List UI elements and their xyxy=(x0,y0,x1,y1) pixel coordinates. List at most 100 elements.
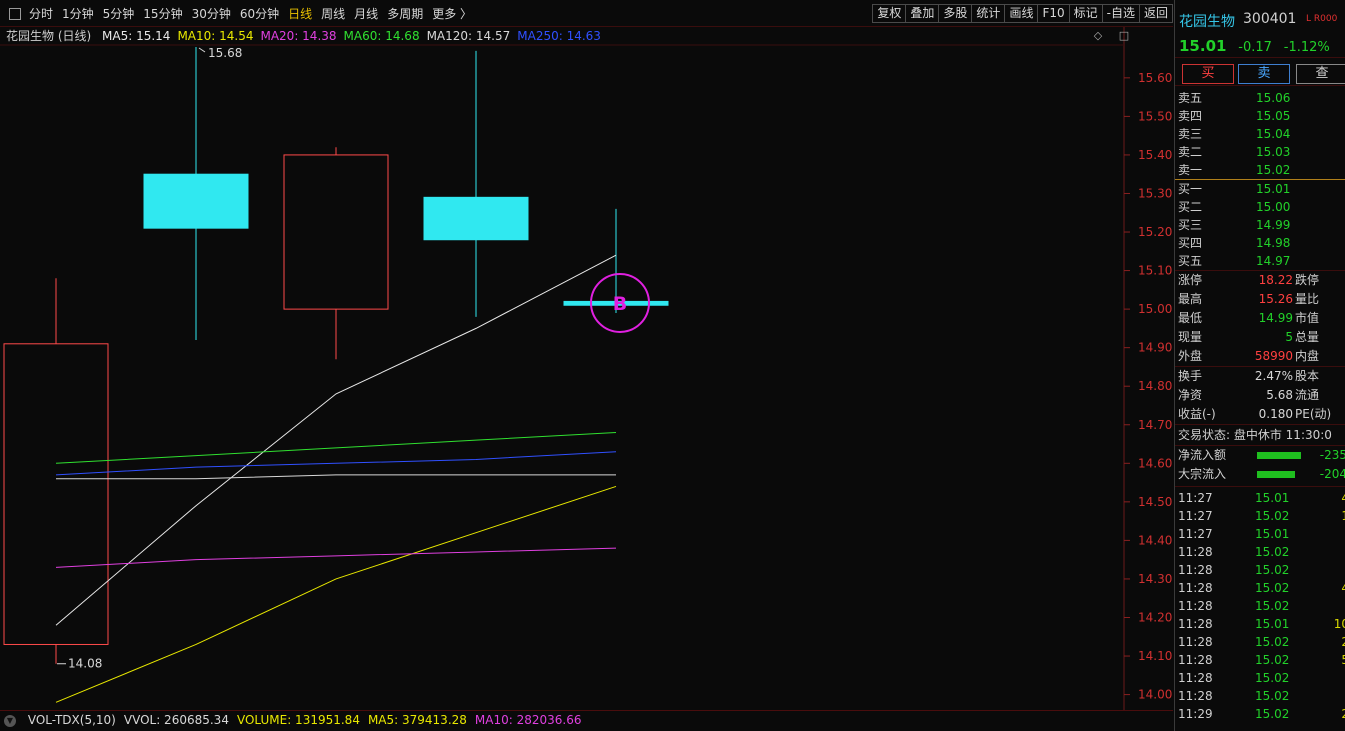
volume-legend-item: VVOL: 260685.34 xyxy=(123,713,229,727)
flow-value: -235 xyxy=(1319,448,1345,462)
y-tick-label: 14.30 xyxy=(1138,572,1172,586)
tick-volume: 1 xyxy=(1341,507,1345,525)
tick-time: 11:28 xyxy=(1178,671,1213,685)
order-price: 15.04 xyxy=(1256,127,1291,141)
menu-square-icon[interactable] xyxy=(9,7,21,20)
order-level-label: 买四 xyxy=(1178,236,1203,250)
stat-value: 15.26 xyxy=(1258,292,1293,306)
order-price: 15.05 xyxy=(1256,109,1291,123)
order-level-label: 买三 xyxy=(1178,218,1203,232)
tick-time: 11:28 xyxy=(1178,635,1213,649)
order-book-row[interactable]: 卖四 15.05 xyxy=(1175,107,1345,125)
tick-row: 11:28 15.02 5 xyxy=(1175,651,1345,669)
order-book-row[interactable]: 买三 14.99 xyxy=(1175,216,1345,234)
order-level-label: 买一 xyxy=(1178,182,1203,196)
tick-time: 11:29 xyxy=(1178,707,1213,721)
price-change: -0.17 xyxy=(1238,40,1272,55)
collapse-icon[interactable]: ▼ xyxy=(4,714,16,727)
order-level-label: 卖二 xyxy=(1178,145,1203,159)
tool-button[interactable]: F10 xyxy=(1037,4,1069,23)
query-button[interactable]: 查 xyxy=(1296,64,1345,84)
tick-list[interactable]: 11:27 15.01 4 11:27 15.02 1 11:27 15.01 11:28 15.… xyxy=(1175,487,1345,723)
tool-button[interactable]: 画线 xyxy=(1004,4,1038,23)
period-tab[interactable]: 15分钟 xyxy=(143,5,182,22)
order-book-row[interactable]: 买一 15.01 xyxy=(1175,180,1345,198)
diamond-icon[interactable]: ◇ xyxy=(1091,29,1105,43)
y-tick-label: 15.60 xyxy=(1138,71,1172,85)
tick-volume: 10 xyxy=(1333,617,1345,631)
order-book-row[interactable]: 卖一 15.02 xyxy=(1175,161,1345,179)
tick-price: 15.02 xyxy=(1255,689,1290,703)
tool-button[interactable]: 叠加 xyxy=(905,4,939,23)
quote-stats: 涨停 18.22 跌停 最高 15.26 量比 最低 14.99 市值 现量 5 总量 外盘 58990 内… xyxy=(1175,271,1345,367)
order-price: 14.97 xyxy=(1256,254,1291,268)
order-book-row[interactable]: 卖五 15.06 xyxy=(1175,89,1345,107)
order-book-row[interactable]: 卖三 15.04 xyxy=(1175,125,1345,143)
stat-label: 外盘 xyxy=(1178,349,1203,363)
volume-legend-item: MA5: 379413.28 xyxy=(367,713,467,727)
tool-button[interactable]: 多股 xyxy=(938,4,972,23)
order-book-row[interactable]: 买四 14.98 xyxy=(1175,234,1345,252)
y-tick-label: 15.00 xyxy=(1138,302,1172,316)
order-level-label: 卖四 xyxy=(1178,109,1203,123)
tool-button[interactable]: 标记 xyxy=(1068,4,1102,23)
stock-name[interactable]: 花园生物 xyxy=(1179,11,1235,31)
stat-label: 收益(-) xyxy=(1178,407,1216,421)
tick-time: 11:28 xyxy=(1178,617,1213,631)
stat-value: 14.99 xyxy=(1258,311,1293,325)
ma-line xyxy=(55,431,617,464)
flow-row: 大宗流入 -204 xyxy=(1175,465,1345,484)
order-level-label: 卖一 xyxy=(1178,163,1203,177)
order-book-row[interactable]: 卖二 15.03 xyxy=(1175,143,1345,161)
order-book-row[interactable]: 买五 14.97 xyxy=(1175,252,1345,270)
sell-button[interactable]: 卖 xyxy=(1238,64,1290,84)
kline-chart[interactable]: 15.60 15.50 15.40 15.30 15.20 15.10 15.00 14.90… xyxy=(0,27,1173,710)
period-tab[interactable]: 30分钟 xyxy=(192,5,231,22)
tick-price: 15.01 xyxy=(1255,527,1290,541)
period-tab[interactable]: 多周期 xyxy=(387,5,423,22)
order-level-label: 卖五 xyxy=(1178,91,1203,105)
tool-button[interactable]: 返回 xyxy=(1138,4,1173,23)
tick-time: 11:28 xyxy=(1178,599,1213,613)
period-tab[interactable]: 日线 xyxy=(288,5,312,22)
y-tick-label: 15.50 xyxy=(1138,109,1172,123)
tick-price: 15.02 xyxy=(1255,509,1290,523)
stat-label: 换手 xyxy=(1178,369,1203,383)
y-tick-label: 15.10 xyxy=(1138,264,1172,278)
order-level-label: 买二 xyxy=(1178,200,1203,214)
period-tab[interactable]: 更多 〉 xyxy=(432,5,472,22)
stat-value: 18.22 xyxy=(1258,273,1293,287)
low-price-label: 14.08 xyxy=(68,657,102,671)
period-tab[interactable]: 5分钟 xyxy=(103,5,135,22)
tick-price: 15.02 xyxy=(1255,545,1290,559)
tick-row: 11:27 15.02 1 xyxy=(1175,507,1345,525)
maximize-icon[interactable]: □ xyxy=(1117,29,1131,43)
trading-status: 交易状态: 盘中休市 11:30:0 xyxy=(1175,425,1345,446)
volume-legend-item: MA10: 282036.66 xyxy=(474,713,582,727)
buy-button[interactable]: 买 xyxy=(1182,64,1234,84)
stat-value: 0.180 xyxy=(1258,407,1293,421)
period-tab[interactable]: 1分钟 xyxy=(62,5,94,22)
tool-button[interactable]: 统计 xyxy=(971,4,1005,23)
tick-row: 11:28 15.01 10 xyxy=(1175,615,1345,633)
period-tab[interactable]: 周线 xyxy=(321,5,345,22)
ma-legend-item: MA250: 14.63 xyxy=(517,29,601,43)
flow-bar xyxy=(1257,471,1295,478)
tool-button[interactable]: 复权 xyxy=(872,4,906,23)
volume-indicator-bar: ▼ VOL-TDX(5,10) VVOL: 260685.34 VOLUME: 13… xyxy=(0,710,1173,731)
y-tick-label: 14.00 xyxy=(1138,688,1172,702)
tick-price: 15.02 xyxy=(1255,581,1290,595)
tick-price: 15.02 xyxy=(1255,599,1290,613)
kline-chart-area[interactable]: 15.60 15.50 15.40 15.30 15.20 15.10 15.00 14.90… xyxy=(0,27,1173,710)
tick-volume: 4 xyxy=(1341,579,1345,597)
tool-buttons: 复权 叠加 多股 统计 画线 F10 标记 -自选 返回 xyxy=(872,4,1173,23)
tick-price: 15.01 xyxy=(1255,617,1290,631)
chart-corner-buttons: ◇ □ xyxy=(1091,29,1135,43)
quote-sidebar: 花园生物 300401 L R000 15.01 -0.17 -1.12% 买 … xyxy=(1174,0,1345,731)
period-tab[interactable]: 60分钟 xyxy=(240,5,279,22)
capital-flows: 净流入额 -235 大宗流入 -204 xyxy=(1175,446,1345,487)
period-tab[interactable]: 分时 xyxy=(29,5,53,22)
order-book-row[interactable]: 买二 15.00 xyxy=(1175,198,1345,216)
tool-button[interactable]: -自选 xyxy=(1101,4,1139,23)
period-tab[interactable]: 月线 xyxy=(354,5,378,22)
